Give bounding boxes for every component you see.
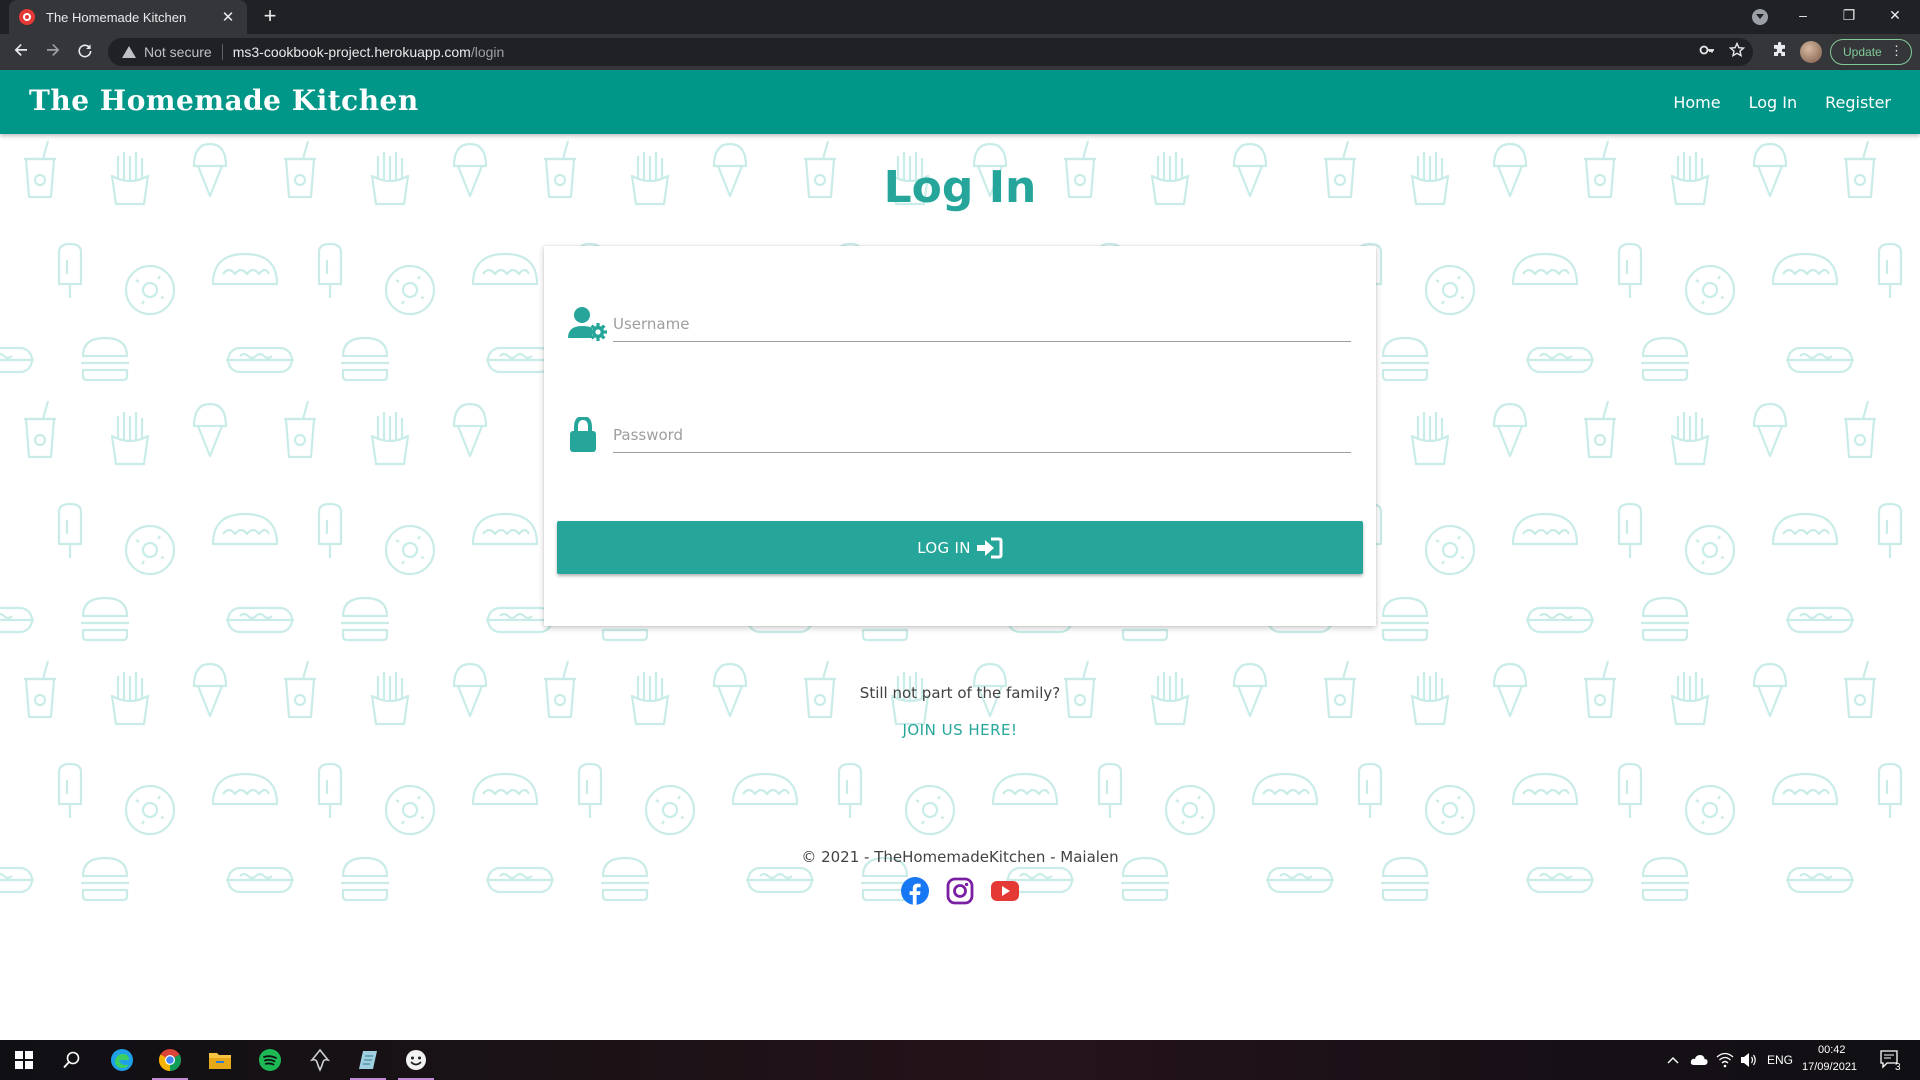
update-label: Update xyxy=(1843,45,1882,59)
language-indicator[interactable]: ENG xyxy=(1767,1053,1793,1067)
inkscape-icon[interactable] xyxy=(296,1040,344,1080)
reload-icon[interactable] xyxy=(73,41,97,63)
nav-link-login[interactable]: Log In xyxy=(1735,93,1812,112)
kebab-menu-icon[interactable]: ⋮ xyxy=(1890,43,1903,59)
file-explorer-icon[interactable] xyxy=(196,1040,244,1080)
password-input[interactable] xyxy=(613,417,1351,453)
onedrive-icon[interactable] xyxy=(1690,1052,1708,1071)
tray-chevron-icon[interactable] xyxy=(1666,1052,1680,1071)
star-icon[interactable] xyxy=(1728,41,1746,62)
extensions-icon[interactable] xyxy=(1770,41,1790,62)
username-input[interactable] xyxy=(613,306,1351,342)
web-page: The Homemade Kitchen Home Log In Registe… xyxy=(0,70,1920,1040)
omnibox-divider xyxy=(221,44,223,60)
register-prompt-text: Still not part of the family? xyxy=(859,684,1061,702)
social-links xyxy=(0,876,1920,906)
nav-link-register[interactable]: Register xyxy=(1811,93,1905,112)
site-brand-logo[interactable]: The Homemade Kitchen xyxy=(29,84,419,117)
forward-icon[interactable] xyxy=(41,41,65,63)
windows-taskbar: ENG 00:42 17/09/2021 3 xyxy=(0,1040,1920,1080)
volume-icon[interactable] xyxy=(1740,1052,1758,1072)
tab-search-icon[interactable] xyxy=(1752,9,1768,25)
nav-link-home[interactable]: Home xyxy=(1659,93,1734,112)
back-icon[interactable] xyxy=(9,41,33,63)
nav-links: Home Log In Register xyxy=(1659,70,1905,134)
chrome-icon[interactable] xyxy=(146,1040,194,1080)
notes-icon[interactable] xyxy=(344,1040,392,1080)
profile-avatar[interactable] xyxy=(1800,41,1822,63)
spotify-icon[interactable] xyxy=(246,1040,294,1080)
tab-title: The Homemade Kitchen xyxy=(46,9,187,25)
address-bar[interactable]: Not secure ms3-cookbook-project.herokuap… xyxy=(108,38,1753,66)
password-field-group xyxy=(568,403,1352,463)
sign-in-icon xyxy=(976,537,1003,558)
minimize-button[interactable]: – xyxy=(1780,0,1826,30)
windows-start-icon[interactable] xyxy=(0,1040,48,1080)
new-tab-button[interactable]: + xyxy=(258,5,282,29)
window-close-button[interactable]: ✕ xyxy=(1872,0,1918,30)
url-host: ms3-cookbook-project.herokuapp.com xyxy=(232,44,471,60)
search-icon[interactable] xyxy=(48,1040,96,1080)
restore-button[interactable]: ❐ xyxy=(1826,0,1872,30)
youtube-icon[interactable] xyxy=(990,876,1020,906)
lock-icon xyxy=(570,417,596,452)
key-icon[interactable] xyxy=(1699,42,1715,62)
not-secure-label[interactable]: Not secure xyxy=(144,44,212,60)
user-cog-icon xyxy=(568,307,607,341)
warning-icon[interactable] xyxy=(122,46,136,58)
browser-tab[interactable]: The Homemade Kitchen ✕ xyxy=(9,0,247,34)
tab-close-icon[interactable]: ✕ xyxy=(219,8,237,26)
footer-copyright: © 2021 - TheHomemadeKitchen - Maialen xyxy=(801,848,1119,866)
login-button-label: LOG IN xyxy=(917,538,971,557)
site-navbar: The Homemade Kitchen Home Log In Registe… xyxy=(0,70,1920,134)
url-path: /login xyxy=(470,44,505,60)
browser-toolbar: Not secure ms3-cookbook-project.herokuap… xyxy=(0,34,1920,70)
username-field-group xyxy=(568,292,1352,352)
update-button[interactable]: Update ⋮ xyxy=(1830,39,1912,65)
site-favicon-icon xyxy=(19,9,35,25)
page-title: Log In xyxy=(883,162,1037,213)
clock-date[interactable]: 17/09/2021 xyxy=(1802,1061,1857,1073)
login-card: LOG IN xyxy=(544,246,1376,626)
wifi-icon[interactable] xyxy=(1716,1052,1734,1072)
login-button[interactable]: LOG IN xyxy=(557,521,1363,574)
smiley-app-icon[interactable] xyxy=(392,1040,440,1080)
join-us-link[interactable]: JOIN US HERE! xyxy=(0,721,1920,739)
notification-count-badge: 3 xyxy=(1895,1062,1901,1073)
facebook-icon[interactable] xyxy=(900,876,930,906)
browser-tab-strip: The Homemade Kitchen ✕ + – ❐ ✕ xyxy=(0,0,1920,34)
instagram-icon[interactable] xyxy=(945,876,975,906)
clock-time[interactable]: 00:42 xyxy=(1818,1044,1846,1056)
edge-icon[interactable] xyxy=(98,1040,146,1080)
